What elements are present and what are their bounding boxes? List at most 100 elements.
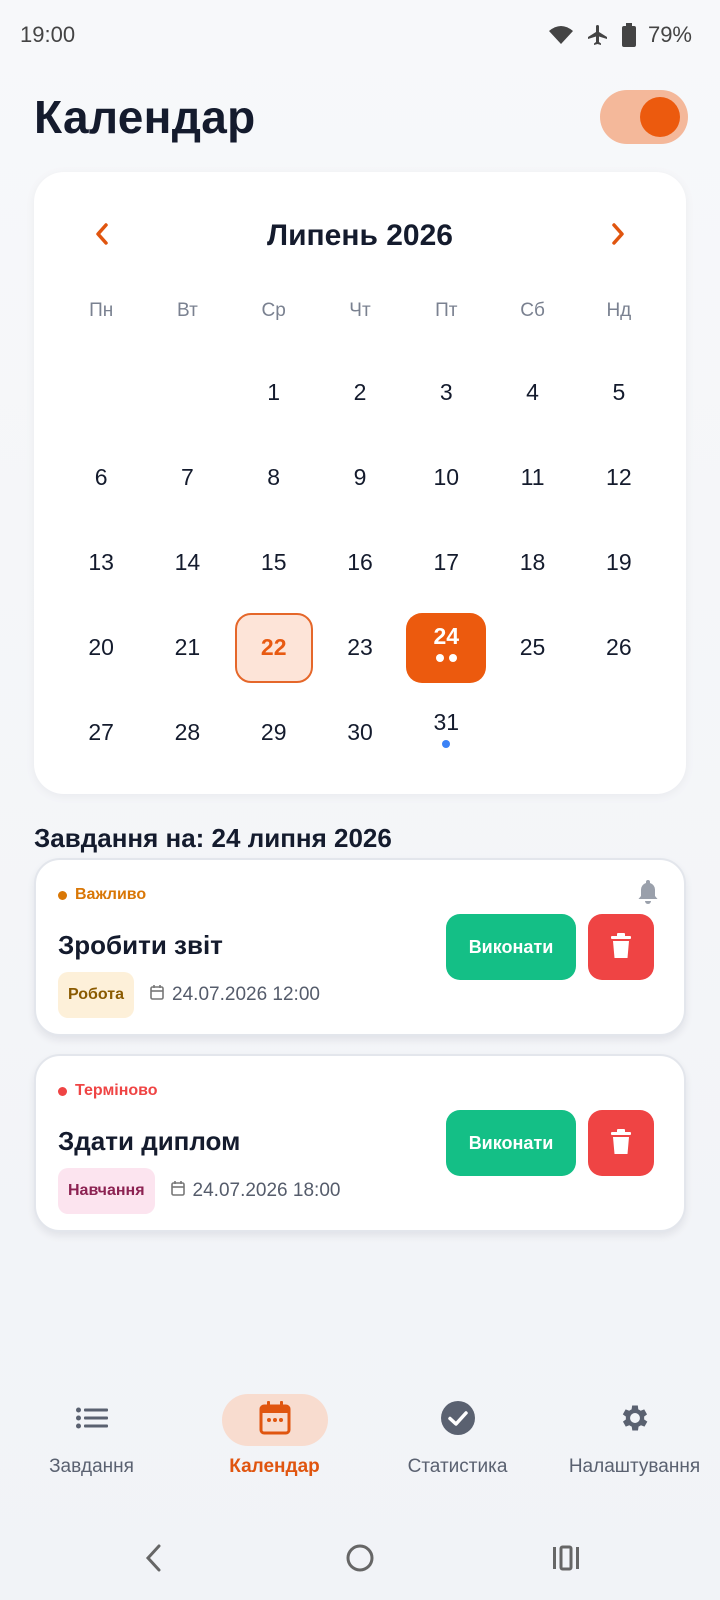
event-dot xyxy=(448,654,457,662)
day-cell[interactable]: 3 xyxy=(403,350,489,435)
trash-icon xyxy=(610,932,632,962)
bell-icon[interactable] xyxy=(636,878,660,909)
nav-tasks[interactable]: Завдання xyxy=(0,1394,183,1504)
day-number: 16 xyxy=(347,549,373,575)
nav-label: Налаштування xyxy=(568,1456,701,1477)
prev-month-button[interactable] xyxy=(82,216,122,256)
nav-calendar[interactable]: Календар xyxy=(183,1394,366,1504)
day-cell[interactable]: 22 xyxy=(231,605,317,690)
status-time: 19:00 xyxy=(20,22,76,47)
day-cell[interactable]: 10 xyxy=(403,435,489,520)
day-cell[interactable]: 2 xyxy=(317,350,403,435)
day-number: 15 xyxy=(260,549,287,575)
weekday-label: Нд xyxy=(606,300,632,321)
day-cell[interactable]: 28 xyxy=(144,690,230,775)
day-cell[interactable]: 29 xyxy=(231,690,317,775)
day-number: 3 xyxy=(439,379,453,405)
complete-button[interactable]: Виконати xyxy=(446,1110,576,1176)
day-cell[interactable]: 23 xyxy=(317,605,403,690)
weekday-label: Чт xyxy=(349,300,371,321)
day-number: 26 xyxy=(606,634,632,660)
task-meta: Робота 24.07.2026 12:00 xyxy=(58,972,320,1018)
day-number: 7 xyxy=(181,464,194,490)
day-cell[interactable]: 30 xyxy=(317,690,403,775)
tasks-section-title: Завдання на: 24 липня 2026 xyxy=(34,823,392,853)
status-bar: 19:00 79% xyxy=(0,0,720,70)
category-tag: Робота xyxy=(58,972,135,1018)
complete-button[interactable]: Виконати xyxy=(446,914,576,980)
toggle-knob xyxy=(640,97,680,137)
delete-button[interactable] xyxy=(588,914,654,980)
system-recents-button[interactable] xyxy=(463,1530,669,1590)
day-cell[interactable]: 17 xyxy=(403,520,489,605)
nav-label: Завдання xyxy=(49,1456,134,1477)
day-cell[interactable]: 13 xyxy=(58,520,144,605)
nav-settings[interactable]: Налаштування xyxy=(549,1394,720,1504)
day-cell[interactable]: 26 xyxy=(576,605,662,690)
weekday-label: Пн xyxy=(89,300,114,321)
day-number: 4 xyxy=(526,379,539,405)
weekday-label: Пт xyxy=(435,300,458,321)
day-cell[interactable]: 25 xyxy=(489,605,575,690)
day-cell[interactable]: 15 xyxy=(231,520,317,605)
day-number: 14 xyxy=(174,549,201,575)
priority-label: Важливо xyxy=(58,886,146,904)
day-number: 19 xyxy=(606,549,632,575)
gear-icon xyxy=(618,1401,652,1440)
day-number: 18 xyxy=(519,549,546,575)
next-month-button[interactable] xyxy=(598,216,638,256)
day-number: 12 xyxy=(606,464,632,490)
system-back-button[interactable] xyxy=(51,1530,257,1590)
weekday-label: Вт xyxy=(177,300,198,321)
day-cell[interactable]: 16 xyxy=(317,520,403,605)
calendar-header: Липень 2026 xyxy=(34,206,686,266)
day-number: 20 xyxy=(88,634,114,660)
day-number: 24 xyxy=(433,623,460,649)
day-cell[interactable]: 4 xyxy=(489,350,575,435)
priority-dot xyxy=(58,890,67,900)
theme-toggle[interactable] xyxy=(600,90,688,144)
day-cell[interactable]: 21 xyxy=(144,605,230,690)
airplane-icon xyxy=(586,23,610,47)
day-cell[interactable]: 6 xyxy=(58,435,144,520)
day-number: 28 xyxy=(174,719,201,745)
task-card[interactable]: Важливо Зробити звіт Робота 24.07.2026 1… xyxy=(34,858,686,1036)
system-home-button[interactable] xyxy=(257,1530,463,1590)
calendar-small-icon xyxy=(150,984,164,1006)
wifi-icon xyxy=(548,25,574,45)
weekday-label: Сб xyxy=(520,300,545,321)
nav-statistics[interactable]: Статистика xyxy=(366,1394,549,1504)
day-number: 6 xyxy=(94,464,108,490)
day-cell[interactable]: 9 xyxy=(317,435,403,520)
day-cell[interactable]: 14 xyxy=(144,520,230,605)
day-number: 8 xyxy=(267,464,281,490)
delete-button[interactable] xyxy=(588,1110,654,1176)
day-cell[interactable]: 7 xyxy=(144,435,230,520)
empty-day-cell xyxy=(144,350,230,435)
day-cell[interactable]: 27 xyxy=(58,690,144,775)
day-cell[interactable]: 12 xyxy=(576,435,662,520)
day-cell[interactable]: 1 xyxy=(231,350,317,435)
day-cell[interactable]: 11 xyxy=(489,435,575,520)
calendar-icon xyxy=(259,1400,291,1440)
day-cell[interactable]: 24 xyxy=(403,605,489,690)
day-number: 25 xyxy=(519,634,546,660)
day-cell[interactable]: 20 xyxy=(58,605,144,690)
day-cell[interactable]: 18 xyxy=(489,520,575,605)
day-cell[interactable]: 8 xyxy=(231,435,317,520)
day-cell[interactable]: 19 xyxy=(576,520,662,605)
day-cell[interactable]: 31 xyxy=(403,690,489,775)
day-number: 13 xyxy=(88,549,114,575)
day-number: 30 xyxy=(347,719,373,745)
back-icon xyxy=(144,1543,164,1578)
event-dots xyxy=(435,654,457,662)
task-card[interactable]: Терміново Здати диплом Навчання 24.07.20… xyxy=(34,1054,686,1232)
nav-icon-container xyxy=(582,1394,688,1446)
system-nav-bar xyxy=(0,1530,720,1590)
chevron-left-icon xyxy=(94,222,110,251)
priority-text: Терміново xyxy=(75,1082,158,1099)
day-cell[interactable]: 5 xyxy=(576,350,662,435)
nav-icon-container xyxy=(221,1394,328,1446)
task-meta: Навчання 24.07.2026 18:00 xyxy=(58,1168,340,1214)
event-dots xyxy=(442,740,451,748)
